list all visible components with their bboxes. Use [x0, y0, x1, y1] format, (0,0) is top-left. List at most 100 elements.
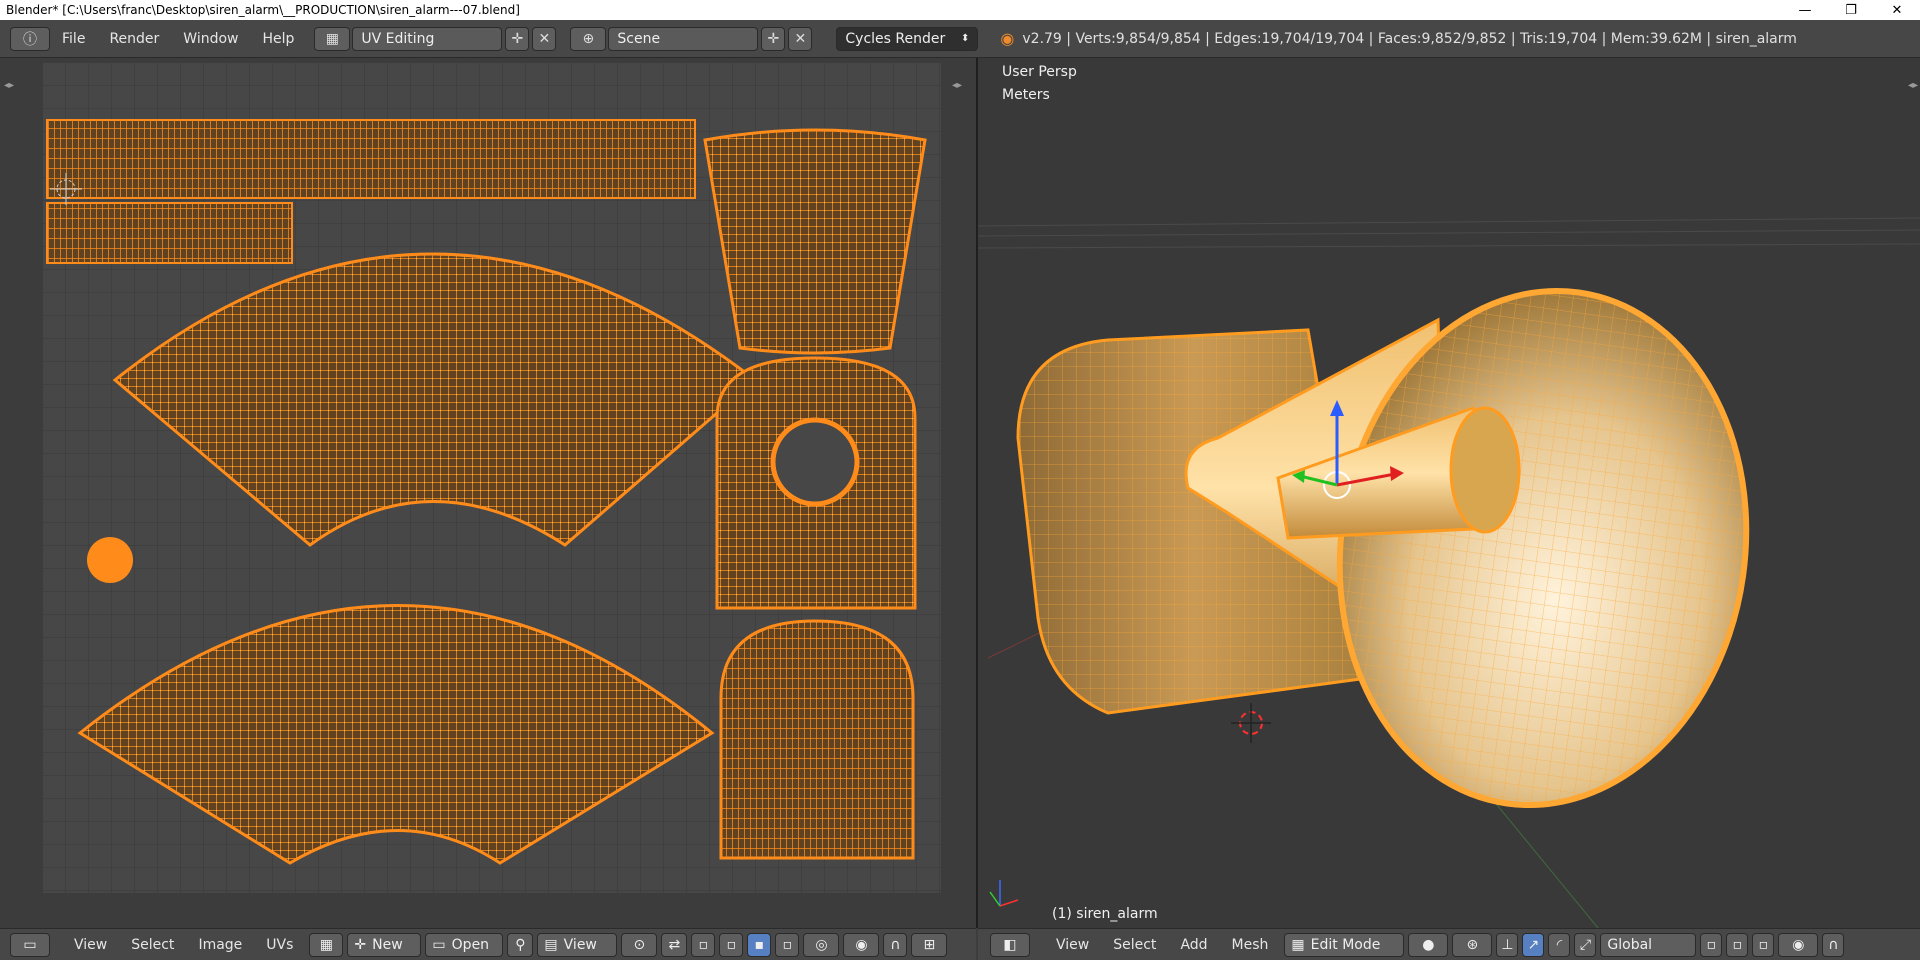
- screen-layout-label: UV Editing: [361, 30, 435, 47]
- window-title: Blender* [C:\Users\franc\Desktop\siren_a…: [6, 3, 520, 17]
- image-browse-button[interactable]: ▦: [309, 932, 344, 957]
- viewport-shading-select[interactable]: ●: [1408, 932, 1449, 957]
- folder-icon: ▭: [432, 936, 446, 953]
- uv-canvas[interactable]: ◂▸ ◂▸: [0, 58, 976, 928]
- menu-file[interactable]: File: [50, 31, 97, 47]
- island-select-icon[interactable]: ▫: [775, 932, 800, 957]
- uv-island-disc[interactable]: [87, 537, 133, 583]
- view-perspective-label: User Persp: [1002, 64, 1077, 80]
- info-icon: ⓘ: [23, 31, 37, 48]
- editor-type-button[interactable]: ⓘ: [10, 26, 50, 51]
- scale-manipulator-icon[interactable]: ⤢: [1574, 932, 1597, 957]
- viewport-grid: [978, 217, 1920, 249]
- uv-menu-image[interactable]: Image: [186, 937, 254, 953]
- snap-icon[interactable]: ∩: [1822, 932, 1845, 957]
- corner-widget-icon[interactable]: ◂▸: [952, 80, 962, 91]
- render-engine-label: Cycles Render: [845, 30, 946, 47]
- new-image-label: New: [372, 936, 403, 953]
- active-object-label: (1) siren_alarm: [1052, 906, 1158, 922]
- face-select-mode-icon[interactable]: ▫: [1752, 932, 1775, 957]
- corner-widget-icon[interactable]: ◂▸: [1908, 80, 1918, 91]
- manipulator-toggle-icon[interactable]: ⊥: [1496, 932, 1519, 957]
- menu-window[interactable]: Window: [171, 31, 250, 47]
- image-editor-icon: ▭: [23, 936, 37, 953]
- proportional-edit-icon[interactable]: ◉: [843, 932, 880, 957]
- updown-arrows-icon: ⬍: [961, 33, 970, 44]
- vertex-select-icon[interactable]: ▫: [691, 932, 716, 957]
- uv-island-arch[interactable]: [719, 619, 915, 860]
- mesh-horn-bell-wire: [1339, 290, 1747, 806]
- uv-editor-header: ▭ View Select Image UVs ▦ ✛ New ▭ Open ⚲…: [0, 928, 976, 960]
- render-engine-select[interactable]: Cycles Render ⬍: [836, 26, 979, 51]
- transform-orientation-label: Global: [1607, 936, 1653, 953]
- 3d-view-icon: ◧: [1003, 936, 1017, 953]
- 3d-view-header: ◧ View Select Add Mesh ▦ Edit Mode ● ⊛ ⊥…: [978, 928, 1920, 960]
- editor-type-button[interactable]: ◧: [990, 932, 1030, 957]
- uv-image-editor[interactable]: ◂▸ ◂▸: [0, 58, 976, 928]
- corner-widget-icon[interactable]: ◂▸: [4, 80, 14, 91]
- translate-manipulator-icon[interactable]: ↗: [1522, 932, 1545, 957]
- pin-icon[interactable]: ⚲: [507, 932, 534, 957]
- screen-layout-select[interactable]: UV Editing: [352, 26, 503, 51]
- transform-orientation-select[interactable]: Global: [1600, 932, 1697, 957]
- open-image-button[interactable]: ▭ Open: [425, 932, 504, 957]
- view3d-menu-view[interactable]: View: [1044, 937, 1101, 953]
- remove-scene-icon[interactable]: ✕: [788, 26, 813, 51]
- add-scene-icon[interactable]: ✛: [761, 26, 786, 51]
- scene-statistics: v2.79 | Verts:9,854/9,854 | Edges:19,704…: [1022, 30, 1797, 47]
- info-header: ⓘ File Render Window Help ▦ UV Editing ✛…: [0, 20, 1920, 58]
- mesh-tube-end[interactable]: [1449, 406, 1521, 534]
- view-units-label: Meters: [1002, 87, 1050, 103]
- face-select-icon[interactable]: ▪: [747, 932, 772, 957]
- menu-render[interactable]: Render: [97, 31, 171, 47]
- view3d-menu-select[interactable]: Select: [1101, 937, 1168, 953]
- scene-select[interactable]: Scene: [608, 26, 759, 51]
- uv-island-strip-long[interactable]: [46, 119, 696, 199]
- pivot-point-select[interactable]: ⊛: [1452, 932, 1493, 957]
- pivot-icon[interactable]: ⊙: [621, 932, 658, 957]
- viewport-canvas[interactable]: ◂▸: [978, 58, 1920, 928]
- vertex-select-mode-icon[interactable]: ▫: [1700, 932, 1723, 957]
- interaction-mode-select[interactable]: ▦ Edit Mode: [1284, 932, 1405, 957]
- sync-selection-icon[interactable]: ⇄: [661, 932, 688, 957]
- screen-layout-icon[interactable]: ▦: [314, 26, 351, 51]
- view3d-menu-mesh[interactable]: Mesh: [1220, 937, 1281, 953]
- add-screen-icon[interactable]: ✛: [505, 26, 530, 51]
- scene-label: Scene: [617, 30, 661, 47]
- uv-menu-select[interactable]: Select: [119, 937, 186, 953]
- uv-menu-view[interactable]: View: [62, 937, 119, 953]
- new-image-button[interactable]: ✛ New: [347, 932, 422, 957]
- uv-island-hole: [770, 417, 860, 507]
- view-mode-label: View: [563, 936, 597, 953]
- rotate-manipulator-icon[interactable]: ◜: [1548, 932, 1571, 957]
- close-button[interactable]: ✕: [1874, 0, 1920, 20]
- 3d-cursor-icon: [1231, 703, 1271, 743]
- edit-mode-icon: ▦: [1291, 936, 1305, 953]
- 3d-viewport[interactable]: ◂▸ User Persp Meters (1) siren_alarm: [978, 58, 1920, 928]
- image-view-mode-select[interactable]: ▤ View: [537, 932, 618, 957]
- window-titlebar: Blender* [C:\Users\franc\Desktop\siren_a…: [0, 0, 1920, 20]
- editor-type-button[interactable]: ▭: [10, 932, 50, 957]
- sticky-select-icon[interactable]: ◎: [803, 932, 840, 957]
- snap-element-icon[interactable]: ⊞: [911, 932, 948, 957]
- restore-button[interactable]: ❐: [1828, 0, 1874, 20]
- remove-screen-icon[interactable]: ✕: [532, 26, 557, 51]
- interaction-mode-label: Edit Mode: [1310, 936, 1381, 953]
- uv-menu-uvs[interactable]: UVs: [254, 937, 305, 953]
- view-mode-icon: ▤: [544, 936, 558, 953]
- open-image-label: Open: [451, 936, 490, 953]
- window-controls: — ❐ ✕: [1782, 0, 1920, 20]
- uv-island-trapezoid[interactable]: [703, 128, 927, 355]
- proportional-edit-icon[interactable]: ◉: [1778, 932, 1819, 957]
- axis-orientation-icon: [989, 880, 1019, 907]
- snap-icon[interactable]: ∩: [883, 932, 908, 957]
- uv-island-strip-short[interactable]: [46, 202, 293, 264]
- view3d-menu-add[interactable]: Add: [1168, 937, 1219, 953]
- edge-select-icon[interactable]: ▫: [719, 932, 744, 957]
- minimize-button[interactable]: —: [1782, 0, 1828, 20]
- blender-logo-icon: ◉: [1000, 29, 1015, 48]
- scene-icon[interactable]: ⊕: [570, 26, 607, 51]
- plus-icon: ✛: [354, 936, 367, 953]
- menu-help[interactable]: Help: [250, 31, 306, 47]
- edge-select-mode-icon[interactable]: ▫: [1726, 932, 1749, 957]
